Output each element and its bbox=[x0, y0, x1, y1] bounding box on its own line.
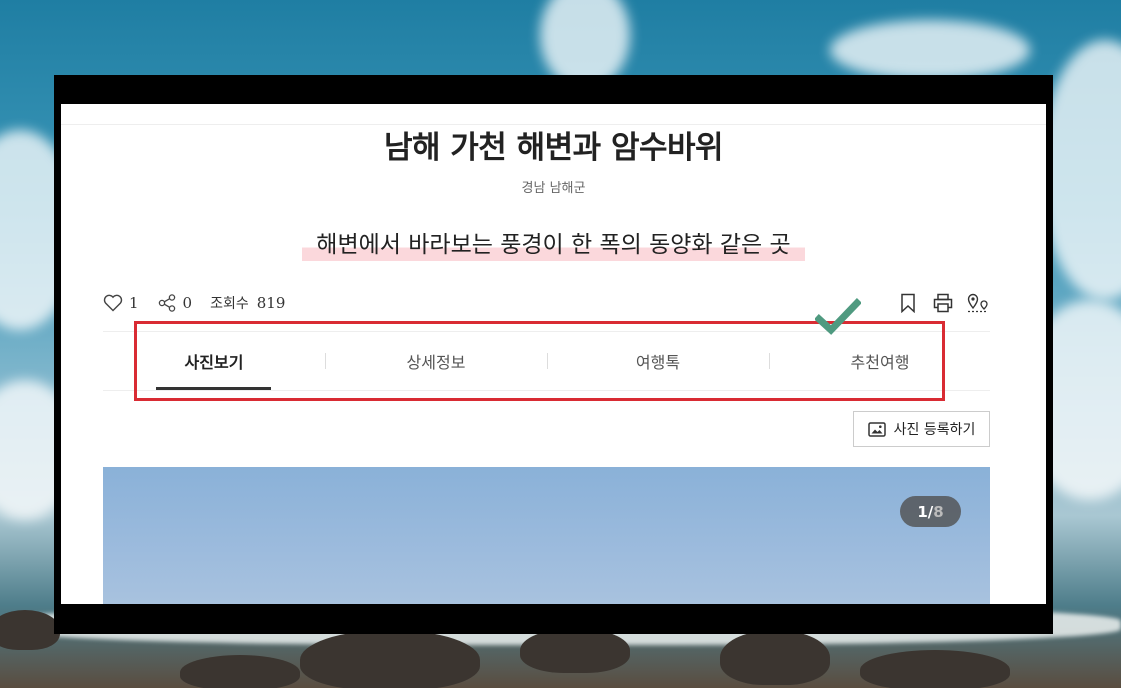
stats-bar: 1 0 조회수 819 bbox=[103, 291, 303, 315]
views-count: 819 bbox=[256, 294, 286, 312]
register-photo-button[interactable]: 사진 등록하기 bbox=[853, 411, 990, 447]
route-button[interactable] bbox=[966, 291, 990, 315]
print-icon bbox=[933, 293, 953, 313]
like-button[interactable]: 1 bbox=[103, 294, 139, 312]
page-subtitle: 해변에서 바라보는 풍경이 한 폭의 동양화 같은 곳 bbox=[302, 225, 805, 261]
heart-icon bbox=[103, 294, 123, 312]
subtitle-wrap: 해변에서 바라보는 풍경이 한 폭의 동양화 같은 곳 bbox=[61, 225, 1046, 261]
gallery-photo[interactable]: 1/8 bbox=[103, 467, 990, 604]
photo-total: 8 bbox=[933, 502, 944, 521]
map-route-icon bbox=[967, 293, 988, 313]
share-icon bbox=[158, 294, 175, 312]
bookmark-button[interactable] bbox=[896, 291, 920, 315]
register-photo-label: 사진 등록하기 bbox=[893, 422, 976, 438]
print-button[interactable] bbox=[931, 291, 955, 315]
photo-counter: 1/8 bbox=[900, 496, 961, 527]
image-icon bbox=[867, 421, 886, 437]
region-label: 경남 남해군 bbox=[521, 181, 586, 196]
view-count-group: 조회수 819 bbox=[210, 293, 285, 313]
views-label: 조회수 bbox=[210, 296, 249, 312]
share-count: 0 bbox=[182, 294, 193, 312]
share-button[interactable]: 0 bbox=[157, 293, 193, 313]
photo-current: 1 bbox=[917, 502, 928, 521]
toolbar bbox=[885, 291, 990, 315]
checkmark-icon bbox=[815, 298, 861, 335]
bookmark-icon bbox=[901, 293, 915, 313]
like-count: 1 bbox=[129, 294, 139, 312]
page-title: 남해 가천 해변과 암수바위 bbox=[383, 130, 724, 166]
